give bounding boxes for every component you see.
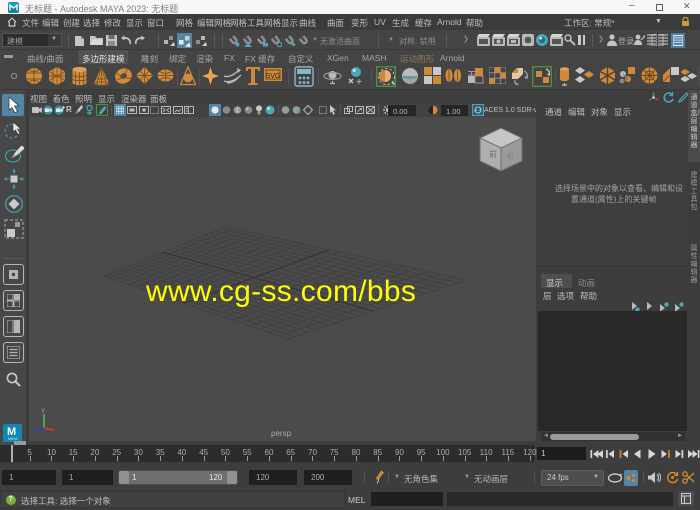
svg-text:前: 前 [489, 149, 497, 159]
svg-text:Y: Y [41, 409, 45, 415]
svg-text:SVG: SVG [266, 73, 281, 80]
svg-text:右: 右 [507, 151, 514, 160]
